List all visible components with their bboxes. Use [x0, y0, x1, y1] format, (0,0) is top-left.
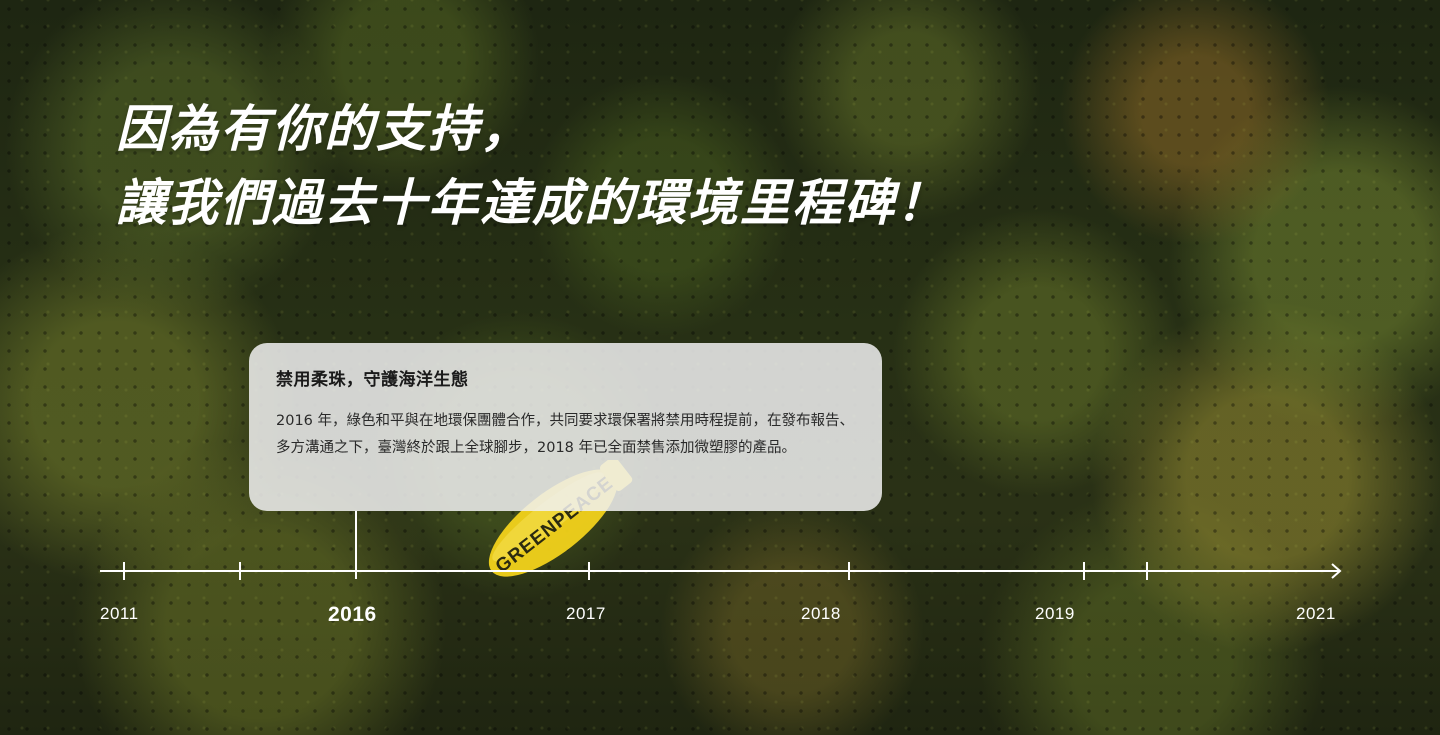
timeline-year-2017[interactable]: 2017	[566, 604, 606, 624]
timeline-year-2016-active[interactable]: 2016	[328, 603, 377, 627]
timeline-axis	[100, 562, 1342, 580]
headline-line-1: 因為有你的支持，	[116, 99, 532, 158]
timeline-year-2019[interactable]: 2019	[1035, 604, 1075, 624]
headline-line-2: 讓我們過去十年達成的環境里程碑！	[116, 173, 948, 232]
page-headline: 因為有你的支持， 讓我們過去十年達成的環境里程碑！	[116, 92, 948, 240]
timeline-year-2011[interactable]: 2011	[100, 604, 139, 624]
milestone-description: 2016 年，綠色和平與在地環保團體合作，共同要求環保署將禁用時程提前，在發布報…	[276, 413, 855, 456]
timeline-year-2018[interactable]: 2018	[801, 604, 841, 624]
timeline-year-2021[interactable]: 2021	[1296, 604, 1336, 624]
milestone-title: 禁用柔珠，守護海洋生態	[276, 370, 469, 390]
milestone-card: 禁用柔珠，守護海洋生態 2016 年，綠色和平與在地環保團體合作，共同要求環保署…	[249, 343, 882, 511]
